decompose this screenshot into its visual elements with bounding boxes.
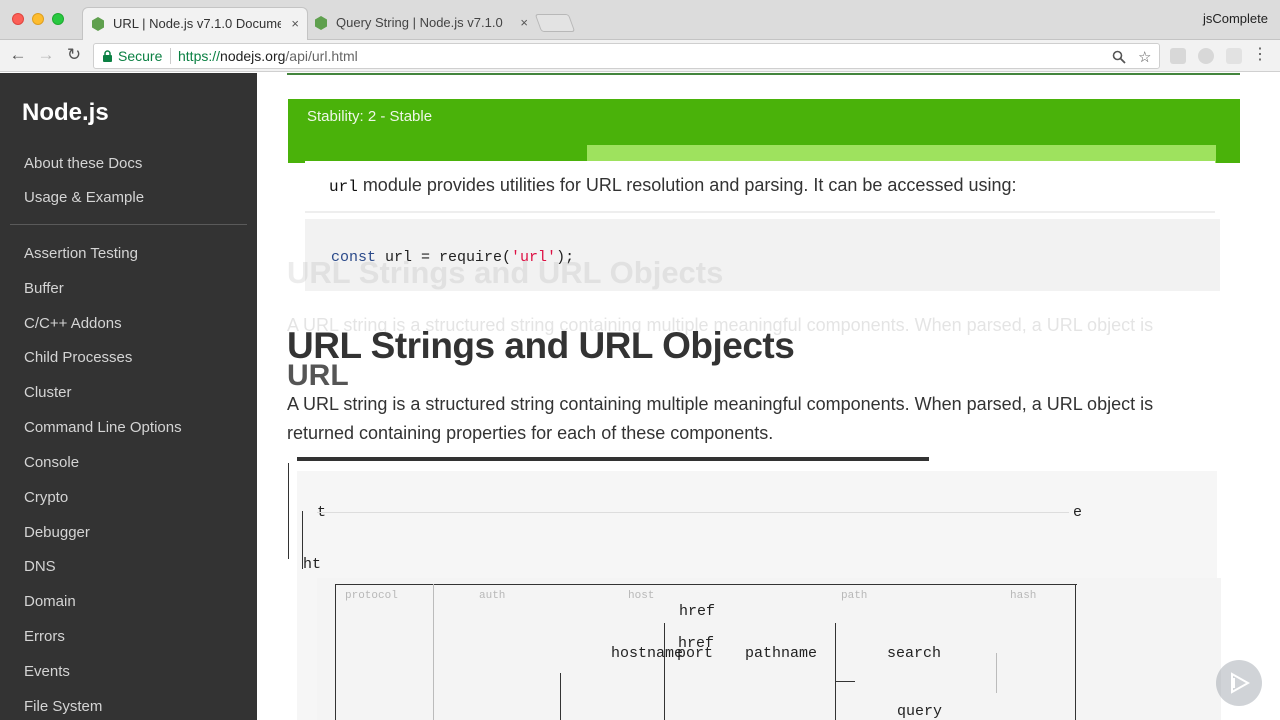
url-host: nodejs.org [220, 48, 286, 64]
secure-label: Secure [118, 48, 163, 64]
nodejs-hexagon-icon [92, 17, 104, 31]
header-rule [287, 73, 1240, 75]
forward-arrow-icon[interactable]: → [35, 44, 57, 66]
diagram-line [996, 653, 997, 693]
extension-icon[interactable] [1198, 48, 1214, 64]
bookmark-star-icon[interactable]: ☆ [1138, 46, 1151, 70]
paragraph-line: A URL string is a structured string cont… [287, 394, 1154, 414]
zoom-magnifier-icon[interactable] [1112, 46, 1126, 72]
diagram-label-protocol: protocol [345, 590, 398, 602]
tab-title: URL | Node.js v7.1.0 Documentation [113, 16, 281, 31]
section-paragraph: A URL string is a structured string cont… [287, 390, 1237, 448]
docs-content: Stability: 2 - Stable url module provide… [257, 73, 1280, 720]
extension-icon[interactable] [1226, 48, 1242, 64]
reload-icon[interactable]: ↻ [63, 44, 85, 66]
intro-text: module provides utilities for URL resolu… [357, 175, 1017, 195]
sidebar-item-usage-example[interactable]: Usage & Example [24, 189, 144, 206]
diagram-line [664, 623, 665, 720]
tab-title: Query String | Node.js v7.1.0 Documentat… [336, 15, 504, 30]
video-play-button[interactable] [1216, 660, 1262, 706]
heading-fragment: URL [287, 359, 349, 392]
url-text[interactable]: https://nodejs.org/api/url.html [178, 44, 358, 68]
sidebar-divider [10, 224, 247, 225]
paragraph-line: returned containing properties for each … [287, 423, 774, 443]
nodejs-logo[interactable]: Node.js [22, 99, 109, 127]
lock-icon [103, 50, 112, 62]
inline-code-url: url [329, 178, 358, 196]
ghost-heading: URL Strings and URL Objects [287, 255, 724, 290]
new-tab-button[interactable] [534, 14, 576, 32]
sidebar-item-cluster[interactable]: Cluster [24, 384, 72, 401]
diagram-line [433, 584, 434, 720]
extension-icon[interactable] [1170, 48, 1186, 64]
diagram-line [835, 623, 836, 720]
diagram-label-path: path [841, 590, 868, 602]
diagram-fragment: ht [303, 556, 322, 573]
diagram-label-search: search [887, 645, 942, 662]
browser-menu-icon[interactable]: ⋮ [1252, 45, 1268, 65]
url-scheme: https:// [178, 48, 221, 64]
section-heading: URL Strings and URL Objects [287, 325, 795, 366]
minimize-window-button[interactable] [32, 13, 44, 25]
sidebar-item-errors[interactable]: Errors [24, 628, 65, 645]
sidebar-item-debugger[interactable]: Debugger [24, 524, 90, 541]
diagram-line [335, 584, 336, 720]
diagram-label-port: port [677, 645, 714, 662]
sidebar-item-about-docs[interactable]: About these Docs [24, 155, 142, 172]
close-window-button[interactable] [12, 13, 24, 25]
diagram-top-rule [297, 457, 929, 461]
diagram-label-query: query [897, 703, 943, 720]
sidebar-item-child-processes[interactable]: Child Processes [24, 349, 132, 366]
diagram-line [1075, 584, 1076, 720]
url-path: /api/url.html [285, 48, 358, 64]
zoom-window-button[interactable] [52, 13, 64, 25]
diagram-label-hostname: hostname [611, 645, 684, 662]
sidebar-item-events[interactable]: Events [24, 663, 70, 680]
address-bar[interactable]: Secure https://nodejs.org/api/url.html ☆ [93, 43, 1160, 69]
back-arrow-icon[interactable]: ← [7, 44, 29, 66]
diagram-label-hash: hash [1010, 590, 1037, 602]
sidebar-item-addons[interactable]: C/C++ Addons [24, 315, 122, 332]
sidebar-item-buffer[interactable]: Buffer [24, 280, 64, 297]
diagram-label-host: host [628, 590, 655, 602]
profile-name[interactable]: jsComplete [1203, 11, 1268, 26]
browser-tab-bar: URL | Node.js v7.1.0 Documentation × Que… [0, 0, 1280, 40]
address-divider [170, 48, 171, 64]
stability-label: Stability: 2 - Stable [307, 108, 433, 125]
intro-paragraph: url module provides utilities for URL re… [305, 161, 1215, 213]
diagram-label-href: href [679, 603, 716, 620]
docs-sidebar: Node.js About these Docs Usage & Example… [0, 73, 257, 720]
sidebar-item-assertion-testing[interactable]: Assertion Testing [24, 245, 138, 262]
sidebar-item-crypto[interactable]: Crypto [24, 489, 68, 506]
diagram-line [560, 673, 561, 720]
sidebar-item-file-system[interactable]: File System [24, 698, 102, 715]
close-tab-icon[interactable]: × [291, 8, 299, 39]
sidebar-item-command-line-options[interactable]: Command Line Options [24, 419, 182, 436]
tab-url-docs[interactable]: URL | Node.js v7.1.0 Documentation × [82, 7, 308, 40]
diagram-border [288, 463, 289, 559]
browser-toolbar: ← → ↻ Secure https://nodejs.org/api/url.… [0, 40, 1280, 72]
diagram-label-pathname: pathname [745, 645, 818, 662]
sidebar-item-domain[interactable]: Domain [24, 593, 76, 610]
diagram-fragment: e [1073, 504, 1083, 521]
diagram-line [335, 584, 1077, 585]
nodejs-hexagon-icon [315, 16, 327, 30]
diagram-line [317, 512, 1069, 513]
sidebar-item-console[interactable]: Console [24, 454, 79, 471]
diagram-line [835, 681, 855, 682]
tab-query-string-docs[interactable]: Query String | Node.js v7.1.0 Documentat… [306, 7, 536, 40]
play-icon [1231, 672, 1250, 694]
close-tab-icon[interactable]: × [520, 7, 528, 38]
diagram-label-auth: auth [479, 590, 506, 602]
sidebar-item-dns[interactable]: DNS [24, 558, 56, 575]
